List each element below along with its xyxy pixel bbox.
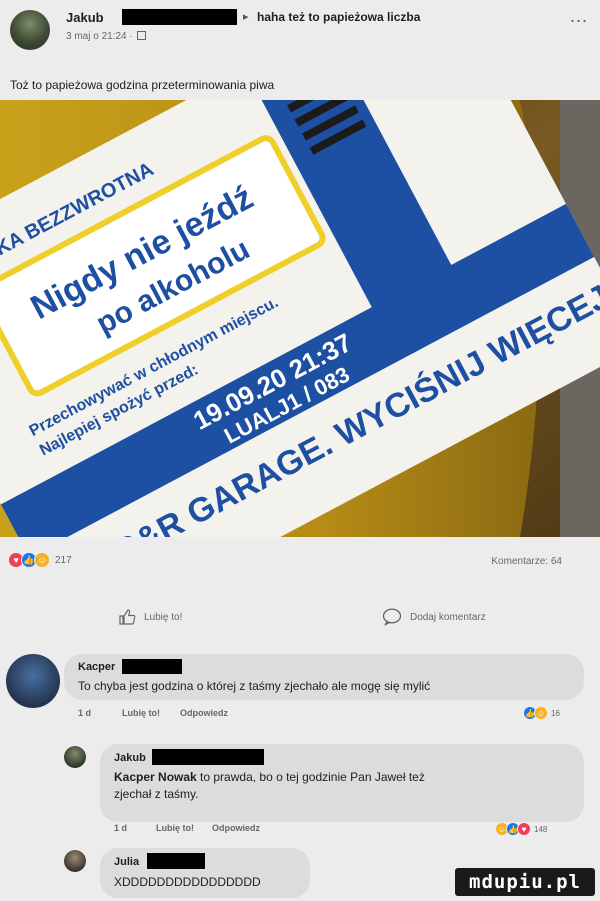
comment-reply-link[interactable]: Odpowiedz [212,823,260,833]
comment-author[interactable]: Julia [114,856,139,868]
commenter-avatar[interactable] [6,654,60,708]
comment-button[interactable]: Dodaj komentarz [382,608,486,626]
like-label: Lubię to! [144,611,183,623]
haha-icon: ☺ [34,552,50,568]
commenter-avatar[interactable] [64,746,86,768]
haha-icon: ☺ [534,706,548,720]
comments-count[interactable]: Komentarze: 64 [491,556,562,567]
comment-label: Dodaj komentarz [410,611,486,623]
comment-text-cont: zjechał z taśmy. [114,787,199,801]
post-text: Toż to papieżowa godzina przeterminowani… [10,78,275,92]
heart-icon: ♥ [517,822,531,836]
group-audience-icon [136,31,146,40]
comment-text: Kacper Nowak to prawda, bo o tej godzini… [114,770,425,784]
redacted-surname [122,9,237,25]
author-avatar[interactable] [10,10,50,50]
comment-reactions[interactable]: 👍 ☺ 16 [523,706,560,720]
post-timestamp[interactable]: 3 maj o 21:24 · [66,31,146,42]
like-button[interactable]: Lubię to! [118,608,182,626]
comment: Kacper To chyba jest godzina o której z … [0,652,600,724]
comment-reactions[interactable]: ☺ 👍 ♥ 148 [495,822,547,836]
post-photo[interactable]: ELKA BEZZWROTNA Nigdy nie jeźdź po alkoh… [0,100,600,537]
redacted-surname [147,853,205,869]
comment-text: To chyba jest godzina o której z taśmy z… [78,679,431,693]
redacted-surname [122,659,182,674]
comment-reaction-count: 16 [551,708,560,718]
post-author[interactable]: Jakub [66,10,104,25]
comment-reply: Jakub Kacper Nowak to prawda, bo o tej g… [0,740,600,840]
post-header: Jakub ▸ haha też to papieżowa liczba ...… [0,0,600,70]
comment-time[interactable]: 1 d [114,823,127,833]
thumbs-up-icon [119,609,136,625]
reactions-summary[interactable]: ♥ 👍 ☺ 217 [8,552,72,568]
comment-author[interactable]: Kacper [78,661,115,673]
mention-link[interactable]: Kacper Nowak [114,770,197,784]
commenter-avatar[interactable] [64,850,86,872]
comment-reaction-count: 148 [534,824,548,834]
post-actions: Lubię to! Dodaj komentarz [0,608,600,636]
comment-author[interactable]: Jakub [114,752,146,764]
more-options-icon[interactable]: ... [570,6,588,27]
group-name[interactable]: haha też to papieżowa liczba [257,10,420,24]
comment-like-link[interactable]: Lubię to! [122,708,160,718]
redacted-surname [152,749,264,765]
reaction-count: 217 [55,554,72,566]
comment-text: XDDDDDDDDDDDDDDDD [114,875,261,889]
watermark-logo: mdupiu.pl [455,868,595,896]
comment-like-link[interactable]: Lubię to! [156,823,194,833]
comment-reply-link[interactable]: Odpowiedz [180,708,228,718]
share-arrow-icon: ▸ [243,11,249,23]
comment-time[interactable]: 1 d [78,708,91,718]
comment-bubble-icon [382,608,402,626]
